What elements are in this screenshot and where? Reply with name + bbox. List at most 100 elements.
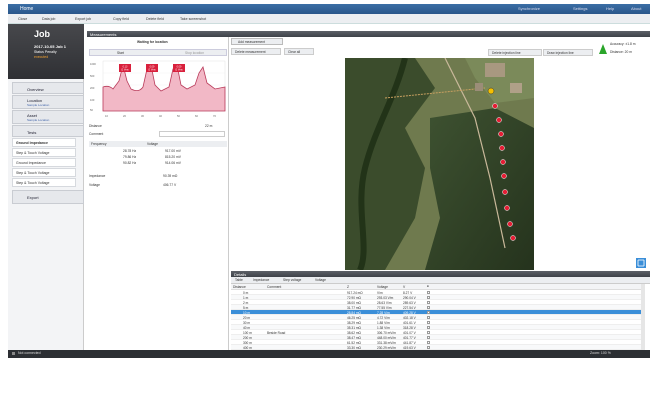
clear-all-button[interactable]: Clear all [284, 48, 314, 55]
test-step-touch[interactable]: Step & Touch Voltage [12, 148, 76, 157]
col-z: Z [347, 285, 350, 289]
stop-tab[interactable]: Stop location [185, 51, 204, 55]
table-cell: 400 m [243, 345, 252, 350]
row-checkbox[interactable] [427, 340, 430, 344]
voltage-value: 406.77 V [163, 183, 177, 187]
table-cell: 20 m [243, 315, 251, 320]
row-checkbox[interactable] [427, 290, 430, 294]
export-job-button[interactable]: Export job [75, 17, 91, 21]
table-cell: 1 m [243, 295, 249, 300]
svg-text:40: 40 [159, 114, 162, 118]
col-comment: Comment [267, 285, 282, 289]
delete-field-button[interactable]: Delete field [146, 17, 164, 21]
col-v: V [403, 285, 406, 289]
impedance-label: Impedance [89, 174, 106, 178]
delete-measurement-button[interactable]: Delete measurement [231, 48, 281, 55]
test-step-touch-3[interactable]: Step & Touch Voltage [12, 178, 76, 187]
table-cell: 1.88 V/m [377, 320, 390, 325]
col-distance: Distance [233, 285, 246, 289]
sidebar-item-tests[interactable]: Tests [12, 125, 84, 137]
table-cell: 1.38 V/m [377, 325, 390, 330]
svg-text:30: 30 [141, 114, 144, 118]
screenshot-button[interactable]: Take screenshot [180, 17, 206, 21]
table-cell: 200 m [243, 335, 252, 340]
data-job-button[interactable]: Data job [42, 17, 55, 21]
row-checkbox[interactable] [427, 315, 430, 319]
start-tab[interactable]: Start [117, 51, 124, 55]
table-cell: 38.47 mΩ [347, 335, 361, 340]
table-cell: 40 m [243, 325, 251, 330]
help-button[interactable]: Help [606, 6, 614, 11]
table-cell: 38.00 mΩ [347, 300, 361, 305]
job-name: 2017-10-05 Job 1 [34, 44, 67, 49]
table-cell: 401.61 V [403, 320, 416, 325]
accuracy-text: Accuracy: ±1.8 m [610, 42, 636, 46]
tab-table[interactable]: Table [235, 278, 243, 282]
table-cell: 401.07 V [403, 330, 416, 335]
delete-injection-line-button[interactable]: Delete injection line [488, 49, 542, 56]
zoom-level: Zoom: 100 % [590, 351, 611, 355]
toolbar: Close Data job Export job Copy field Del… [8, 14, 650, 24]
svg-text:100: 100 [90, 98, 95, 102]
svg-text:50: 50 [90, 108, 93, 112]
table-cell: 419.63 V [403, 345, 416, 350]
test-step-touch-2[interactable]: Step & Touch Voltage [12, 168, 76, 177]
connection-icon [12, 352, 15, 355]
svg-text:60: 60 [195, 114, 198, 118]
table-cell: 306.70 mV/m [377, 330, 396, 335]
table-cell: 331.38 mV/m [377, 340, 396, 345]
details-table: 0 m 917.24 mΩ V/m 8.27 V 1 m 72.90 mΩ 293.03 V… [231, 290, 641, 350]
table-cell: 402.18 V [403, 315, 416, 320]
row-checkbox[interactable] [427, 330, 430, 334]
sidebar-item-asset[interactable]: Asset Sample Location [12, 110, 84, 124]
sidebar-item-location[interactable]: Location Sample Location [12, 95, 84, 109]
row-checkbox[interactable] [427, 325, 430, 329]
tab-voltage[interactable]: Voltage [315, 278, 326, 282]
row-checkbox[interactable] [427, 300, 430, 304]
table-cell: 0 m [243, 290, 249, 295]
tab-step-voltage[interactable]: Step voltage [283, 278, 301, 282]
job-title: Job [34, 29, 51, 39]
freq-row-1: 28.78 Hz [123, 149, 137, 153]
satellite-map[interactable] [345, 58, 534, 270]
row-checkbox[interactable] [427, 335, 430, 339]
distance-value[interactable]: 22 m [205, 124, 212, 128]
about-button[interactable]: About [631, 6, 641, 11]
sidebar-item-export[interactable]: Export [12, 190, 84, 204]
table-cell: 100 m [243, 330, 252, 335]
sidebar-item-overview[interactable]: Overview [12, 82, 84, 94]
connection-status: Not connected [18, 351, 41, 355]
draw-injection-line-button[interactable]: Draw injection line [543, 49, 593, 56]
tab-impedance[interactable]: Impedance [253, 278, 269, 282]
table-cell: 72.90 mΩ [347, 295, 361, 300]
table-cell: Beside Road [267, 330, 286, 335]
test-ground-impedance[interactable]: Ground Impedance [12, 138, 76, 147]
table-cell: 230.29 mV/m [377, 345, 396, 350]
test-ground-impedance-2[interactable]: Ground Impedance [12, 158, 76, 167]
row-checkbox[interactable] [427, 305, 430, 309]
table-cell: 28.63 V/m [377, 300, 392, 305]
job-status: executed [34, 55, 49, 59]
table-cell: 401.77 V [403, 335, 416, 340]
comment-input[interactable] [159, 131, 225, 137]
settings-button[interactable]: Settings [573, 6, 587, 11]
row-checkbox[interactable] [427, 295, 430, 299]
row-checkbox[interactable] [427, 320, 430, 324]
freq-row-3: 90.82 Hz [123, 161, 137, 165]
details-tabs: Table Impedance Step voltage Voltage [231, 277, 650, 284]
row-checkbox[interactable] [427, 310, 430, 314]
fullscreen-icon[interactable] [636, 258, 646, 268]
add-measurement-button[interactable]: Add measurement [231, 38, 283, 45]
table-cell: 28.84 mΩ [347, 310, 361, 315]
table-scrollbar[interactable] [641, 284, 645, 350]
sync-button[interactable]: Synchronize [518, 6, 540, 11]
distance-label: Distance [89, 124, 102, 128]
table-cell: 7.28 V/m [377, 310, 390, 315]
row-checkbox[interactable] [427, 345, 430, 349]
copy-field-button[interactable]: Copy field [113, 17, 129, 21]
table-cell: 289.63 V [403, 300, 416, 305]
status-bar: Not connected Zoom: 100 % [8, 350, 650, 358]
close-button[interactable]: Close [18, 17, 27, 21]
svg-text:10: 10 [105, 114, 108, 118]
peak-label: Ω Vms [148, 69, 156, 72]
